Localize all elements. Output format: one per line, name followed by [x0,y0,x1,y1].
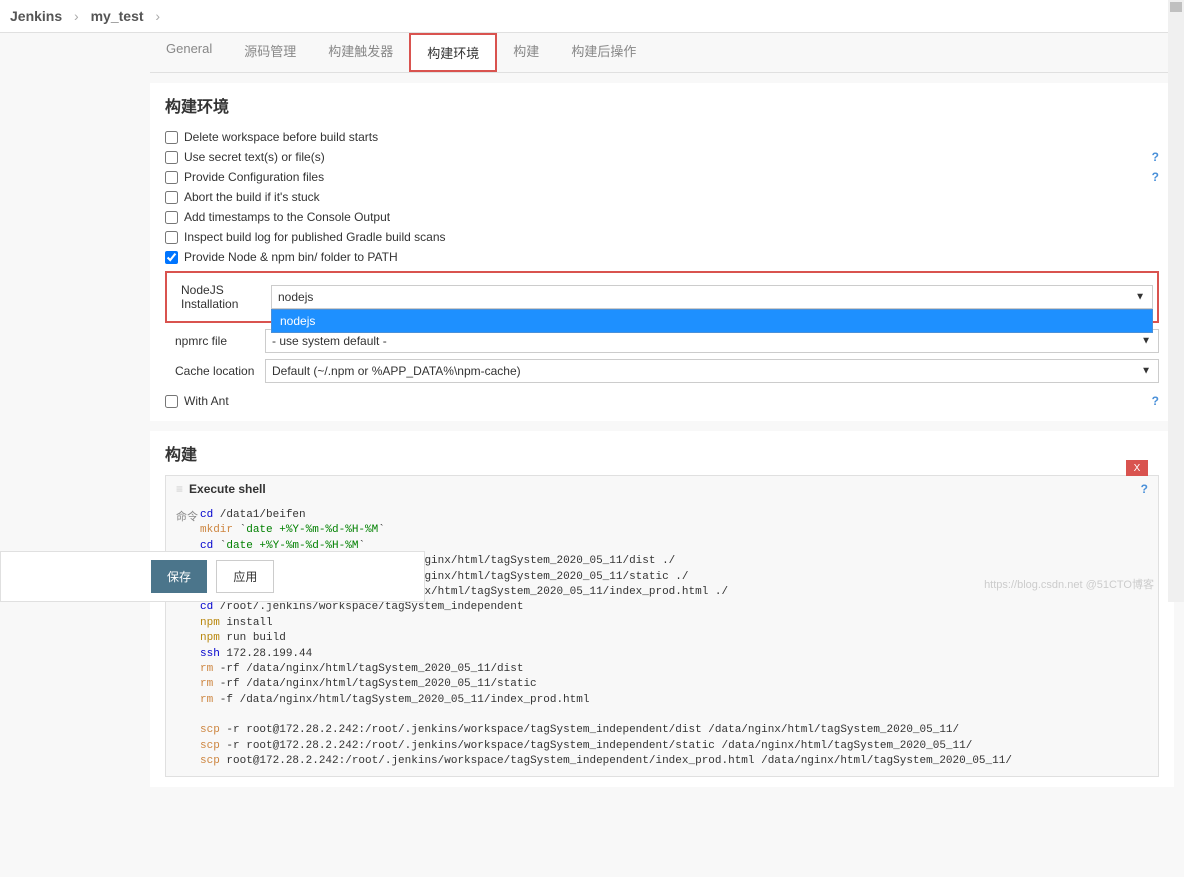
breadcrumb-item[interactable]: my_test [91,8,144,24]
chevron-down-icon: ▼ [1135,292,1145,303]
nodejs-option[interactable]: nodejs [272,310,1152,332]
env-check-label: Delete workspace before build starts [184,130,1159,144]
env-check-label: Use secret text(s) or file(s) [184,150,1152,164]
tab-2[interactable]: 构建触发器 [312,33,409,72]
section-title: 构建环境 [165,93,1159,117]
watermark: https://blog.csdn.net @51CTO博客 [984,576,1154,592]
env-check-label: Add timestamps to the Console Output [184,210,1159,224]
env-checkbox-4[interactable] [165,211,178,224]
help-icon[interactable]: ? [1152,394,1159,408]
apply-button[interactable]: 应用 [216,560,274,593]
breadcrumb: Jenkins › my_test › [0,0,1184,33]
npmrc-label: npmrc file [165,334,265,348]
nodejs-install-label: NodeJS Installation [171,283,271,311]
chevron-down-icon: ▼ [1141,366,1151,377]
tabs: General源码管理构建触发器构建环境构建构建后操作 [150,33,1174,73]
with-ant-checkbox[interactable] [165,395,178,408]
with-ant-label: With Ant [184,394,1152,408]
build-panel: 构建 X ≡ Execute shell ? 命令 cd /data1/beif… [150,431,1174,787]
cache-label: Cache location [165,364,265,378]
scrollbar[interactable] [1168,0,1184,602]
chevron-right-icon: › [74,8,79,24]
help-icon[interactable]: ? [1141,482,1148,496]
help-icon[interactable]: ? [1152,150,1159,164]
tab-1[interactable]: 源码管理 [228,33,312,72]
nodejs-config-highlight: NodeJS Installation nodejs ▼ nodejs [165,271,1159,323]
env-check-label: Inspect build log for published Gradle b… [184,230,1159,244]
env-checkbox-6[interactable] [165,251,178,264]
env-checkbox-0[interactable] [165,131,178,144]
tab-0[interactable]: General [150,33,228,72]
breadcrumb-item[interactable]: Jenkins [10,8,62,24]
shell-textarea[interactable]: cd /data1/beifenmkdir `date +%Y-%m-%d-%H… [200,508,1148,770]
env-check-label: Provide Node & npm bin/ folder to PATH [184,250,1159,264]
env-check-label: Abort the build if it's stuck [184,190,1159,204]
chevron-down-icon: ▼ [1141,336,1151,347]
close-button[interactable]: X [1126,460,1148,476]
help-icon[interactable]: ? [1152,170,1159,184]
cache-select[interactable]: Default (~/.npm or %APP_DATA%\npm-cache) [265,359,1159,383]
chevron-right-icon: › [155,8,160,24]
tab-5[interactable]: 构建后操作 [555,33,652,72]
nodejs-dropdown: nodejs [271,309,1153,333]
section-title: 构建 [165,441,1159,465]
command-label: 命令 [176,508,200,770]
scrollbar-thumb[interactable] [1170,2,1182,12]
nodejs-install-select[interactable]: nodejs [271,285,1153,309]
env-checkbox-5[interactable] [165,231,178,244]
env-checkbox-1[interactable] [165,151,178,164]
drag-icon[interactable]: ≡ [176,482,183,496]
env-checkbox-2[interactable] [165,171,178,184]
execute-shell-panel: X ≡ Execute shell ? 命令 cd /data1/beifenm… [165,475,1159,777]
tab-4[interactable]: 构建 [497,33,555,72]
save-button[interactable]: 保存 [151,560,207,593]
env-checkbox-3[interactable] [165,191,178,204]
bottom-bar: 保存 应用 [0,551,425,602]
shell-title: Execute shell [189,482,266,496]
env-check-label: Provide Configuration files [184,170,1152,184]
build-env-panel: 构建环境 Delete workspace before build start… [150,83,1174,421]
tab-3[interactable]: 构建环境 [409,33,497,72]
